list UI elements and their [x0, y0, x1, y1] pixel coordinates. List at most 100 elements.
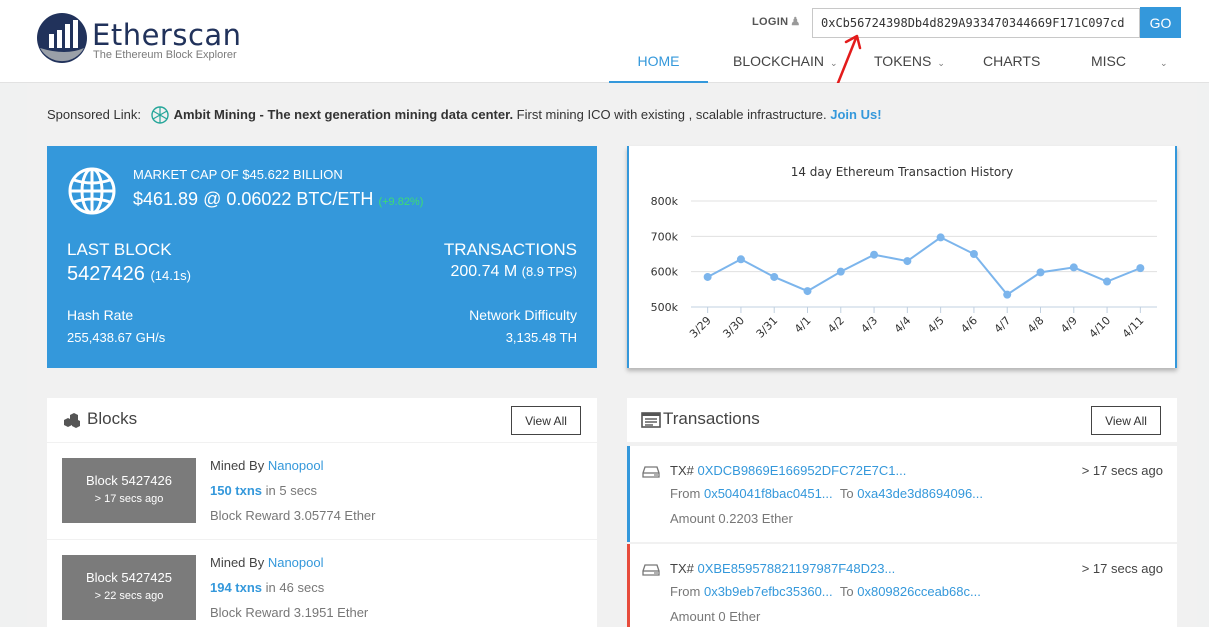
transaction-row: TX# 0XBE859578821197987F48D23... > 17 se…	[627, 544, 1177, 627]
y-tick-label: 500k	[651, 301, 679, 314]
hdd-icon	[642, 466, 660, 478]
tx-from-to: From 0x3b9eb7efbc35360... To 0x809826cce…	[670, 584, 981, 599]
transaction-history-chart: 14 day Ethereum Transaction History 500k…	[627, 146, 1177, 368]
join-us-link[interactable]: Join Us!	[830, 107, 881, 122]
nav-tokens[interactable]: TOKENS ⌄	[874, 45, 945, 83]
transactions: 200.74 M (8.9 TPS)	[450, 263, 577, 281]
main-nav: HOME BLOCKCHAIN ⌄ TOKENS ⌄ CHARTS MISC ⌄	[0, 45, 1209, 83]
block-badge[interactable]: Block 5427425 > 22 secs ago	[62, 555, 196, 620]
block-number: Block 5427426	[85, 473, 172, 488]
x-tick-label: 4/7	[992, 314, 1014, 336]
sponsored-link: Sponsored Link: Ambit Mining - The next …	[47, 106, 882, 124]
blocks-panel-header: Blocks View All	[47, 398, 597, 442]
transaction-row: TX# 0XDCB9869E166952DFC72E7C1... > 17 se…	[627, 446, 1177, 542]
transactions-view-all-button[interactable]: View All	[1091, 406, 1161, 435]
tx-hash-line: TX# 0XDCB9869E166952DFC72E7C1...	[670, 463, 906, 478]
price-change: (+9.82%)	[378, 196, 424, 208]
txns-link[interactable]: 194 txns	[210, 580, 262, 595]
eth-price: $461.89 @ 0.06022 BTC/ETH (+9.82%)	[133, 189, 423, 210]
x-tick-label: 4/1	[792, 314, 814, 336]
miner-link[interactable]: Nanopool	[268, 555, 324, 570]
tx-amount: Amount 0.2203 Ether	[670, 511, 793, 526]
block-reward: Block Reward 3.1951 Ether	[210, 605, 369, 620]
chevron-down-icon: ⌄	[830, 58, 838, 68]
tx-hash-line: TX# 0XBE859578821197987F48D23...	[670, 561, 895, 576]
to-address-link[interactable]: 0x809826cceab68c...	[857, 584, 981, 599]
transactions-value: 200.74 M	[450, 263, 518, 280]
chart-title: 14 day Ethereum Transaction History	[791, 165, 1014, 179]
to-address-link[interactable]: 0xa43de3d8694096...	[857, 486, 983, 501]
tx-age: > 17 secs ago	[1081, 561, 1163, 576]
nav-charts[interactable]: CHARTS	[983, 45, 1040, 83]
transactions-title: Transactions	[663, 409, 760, 428]
x-tick-label: 4/9	[1058, 314, 1080, 336]
difficulty-label: Network Difficulty	[469, 307, 577, 323]
data-point	[803, 287, 812, 296]
from-address-link[interactable]: 0x3b9eb7efbc35360...	[704, 584, 833, 599]
txns-duration: in 46 secs	[262, 580, 325, 595]
data-point	[1036, 268, 1045, 277]
nav-home[interactable]: HOME	[609, 45, 708, 83]
cubes-icon	[64, 413, 80, 428]
site-header: Etherscan The Ethereum Block Explorer LO…	[0, 0, 1209, 90]
user-icon: ♟	[790, 16, 801, 28]
sponsor-text: First mining ICO with existing , scalabl…	[513, 107, 827, 122]
from-label: From	[670, 584, 701, 599]
data-point	[870, 250, 879, 259]
difficulty-value: 3,135.48 TH	[505, 330, 577, 345]
nav-blockchain[interactable]: BLOCKCHAIN ⌄	[733, 45, 838, 83]
last-block-label: LAST BLOCK	[67, 240, 172, 259]
transactions-panel-header: Transactions View All	[627, 398, 1177, 442]
x-tick-label: 4/8	[1025, 314, 1047, 336]
block-miner: Mined By Nanopool	[210, 458, 323, 473]
data-point	[770, 272, 779, 281]
ambit-logo-icon	[150, 106, 169, 124]
x-tick-label: 4/6	[958, 314, 980, 336]
block-number: Block 5427425	[85, 570, 172, 585]
y-tick-label: 800k	[651, 195, 679, 208]
login-link[interactable]: LOGIN ♟	[752, 15, 801, 28]
market-cap: MARKET CAP OF $45.622 BILLION	[133, 167, 343, 182]
block-row: Block 5427425 > 22 secs ago Mined By Nan…	[47, 540, 597, 627]
data-point	[1069, 263, 1078, 272]
hdd-icon	[642, 564, 660, 576]
last-block: 5427426 (14.1s)	[67, 263, 191, 286]
blocks-title: Blocks	[87, 409, 138, 428]
blocks-view-all-button[interactable]: View All	[511, 406, 581, 435]
tx-hash-link[interactable]: 0XDCB9869E166952DFC72E7C1...	[697, 463, 906, 478]
data-point	[936, 233, 945, 242]
data-point	[1103, 277, 1112, 286]
tx-label: TX#	[670, 561, 694, 576]
tx-hash-link[interactable]: 0XBE859578821197987F48D23...	[697, 561, 895, 576]
nav-home-label: HOME	[637, 53, 680, 69]
x-tick-label: 4/4	[892, 314, 914, 336]
data-point	[1003, 290, 1012, 299]
sponsor-headline: - The next generation mining data center…	[255, 107, 514, 122]
from-label: From	[670, 486, 701, 501]
market-summary: MARKET CAP OF $45.622 BILLION $461.89 @ …	[47, 146, 597, 368]
go-button[interactable]: GO	[1140, 7, 1181, 38]
from-address-link[interactable]: 0x504041f8bac0451...	[704, 486, 833, 501]
x-tick-label: 3/29	[687, 314, 714, 341]
block-badge[interactable]: Block 5427426 > 17 secs ago	[62, 458, 196, 523]
x-tick-label: 4/11	[1120, 314, 1147, 341]
tx-amount: Amount 0 Ether	[670, 609, 761, 624]
last-block-value: 5427426	[67, 263, 145, 285]
block-reward: Block Reward 3.05774 Ether	[210, 508, 376, 523]
sponsor-name[interactable]: Ambit Mining	[174, 107, 256, 122]
block-age: > 17 secs ago	[94, 493, 164, 505]
block-txns: 150 txns in 5 secs	[210, 483, 317, 498]
mined-by-label: Mined By	[210, 555, 265, 570]
data-point	[736, 255, 745, 264]
tx-from-to: From 0x504041f8bac0451... To 0xa43de3d86…	[670, 486, 983, 501]
sponsor-prefix: Sponsored Link:	[47, 107, 141, 122]
miner-link[interactable]: Nanopool	[268, 458, 324, 473]
data-point	[969, 250, 978, 258]
data-point	[703, 272, 712, 281]
tx-label: TX#	[670, 463, 694, 478]
x-tick-label: 3/30	[720, 314, 747, 341]
txns-link[interactable]: 150 txns	[210, 483, 262, 498]
globe-icon	[68, 167, 116, 215]
tx-age: > 17 secs ago	[1081, 463, 1163, 478]
nav-misc[interactable]: MISC ⌄	[1091, 45, 1168, 83]
